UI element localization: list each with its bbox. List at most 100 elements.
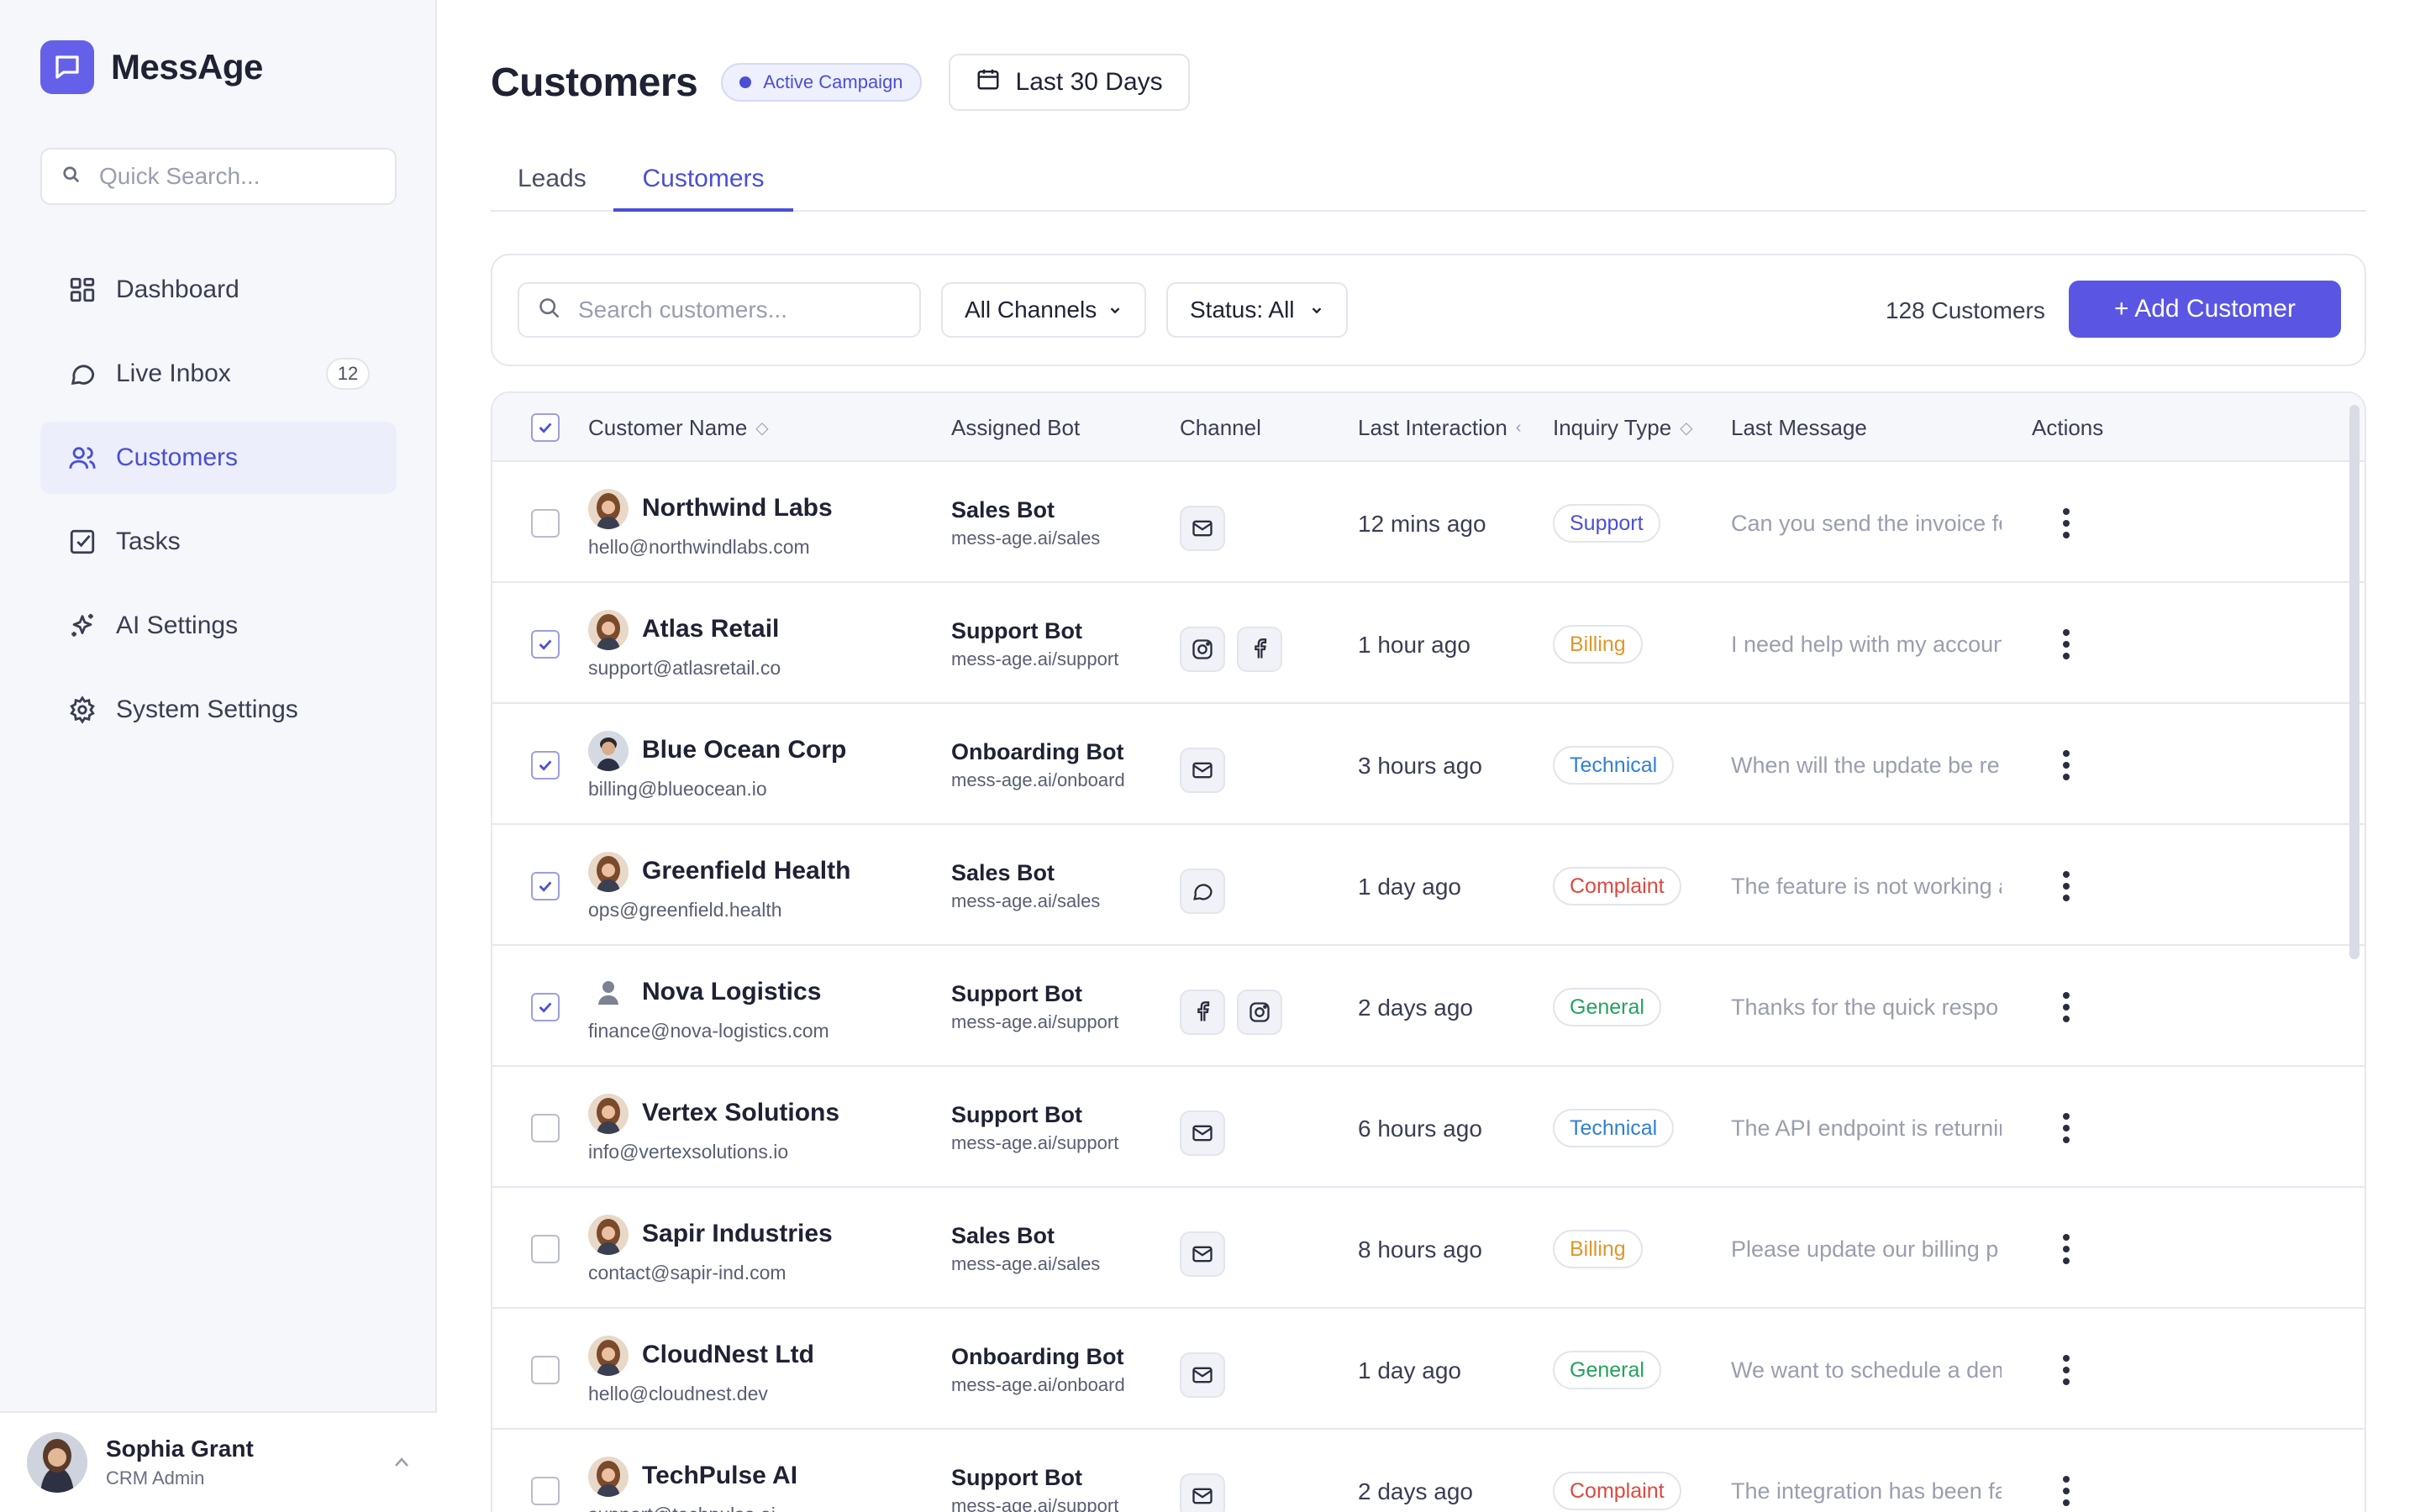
customer-name[interactable]: CloudNest Ltd: [642, 1341, 814, 1369]
sidebar-item-system-settings[interactable]: System Settings: [40, 674, 397, 746]
add-customer-button[interactable]: + Add Customer: [2069, 281, 2341, 338]
quick-search[interactable]: [40, 148, 397, 205]
campaign-badge-label: Active Campaign: [763, 71, 903, 92]
inquiry-type-badge: Billing: [1553, 625, 1643, 664]
column-header-inquiry-type[interactable]: Inquiry Type ◇: [1553, 415, 1693, 441]
last-interaction: 2 days ago: [1358, 1478, 1473, 1504]
column-header-last-interaction[interactable]: Last Interaction ‹: [1358, 415, 1521, 441]
user-role: CRM Admin: [106, 1467, 205, 1488]
sidebar-item-live-inbox[interactable]: Live Inbox 12: [40, 338, 397, 410]
row-checkbox[interactable]: [531, 993, 560, 1021]
sort-icon: ◇: [1680, 419, 1693, 438]
sidebar-item-dashboard[interactable]: Dashboard: [40, 254, 397, 326]
sidebar-item-tasks[interactable]: Tasks: [40, 506, 397, 578]
last-message-preview: I need help with my account: [1731, 632, 2002, 657]
row-checkbox[interactable]: [531, 1477, 560, 1505]
customer-name[interactable]: Vertex Solutions: [642, 1099, 839, 1127]
customer-name[interactable]: Nova Logistics: [642, 978, 821, 1006]
select-all-checkbox[interactable]: [531, 413, 560, 442]
avatar: [588, 489, 629, 529]
customer-email: hello@cloudnest.dev: [588, 1383, 768, 1404]
column-header-customer-name[interactable]: Customer Name ◇: [588, 415, 769, 441]
row-checkbox[interactable]: [531, 1356, 560, 1384]
user-profile-card[interactable]: Sophia Grant CRM Admin: [0, 1411, 437, 1512]
table-row[interactable]: Sapir Industries contact@sapir-ind.com Sal…: [492, 1188, 2365, 1309]
row-checkbox[interactable]: [531, 1235, 560, 1263]
customer-search[interactable]: [518, 282, 921, 338]
quick-search-input[interactable]: [99, 163, 368, 190]
column-header-actions: Actions: [2032, 415, 2103, 441]
customer-name[interactable]: TechPulse AI: [642, 1462, 797, 1490]
mail-icon: [1180, 1110, 1225, 1156]
table-row[interactable]: Blue Ocean Corp billing@blueocean.io Onboa…: [492, 704, 2365, 825]
row-checkbox[interactable]: [531, 872, 560, 900]
customer-name[interactable]: Sapir Industries: [642, 1220, 833, 1248]
table-row[interactable]: Atlas Retail support@atlasretail.co Suppor…: [492, 583, 2365, 704]
more-actions-icon[interactable]: [2054, 1349, 2079, 1391]
mail-icon: [1180, 506, 1225, 551]
row-checkbox[interactable]: [531, 630, 560, 659]
assigned-bot-name: Support Bot: [951, 981, 1082, 1006]
more-actions-icon[interactable]: [2054, 986, 2079, 1028]
table-row[interactable]: Greenfield Health ops@greenfield.health Sa…: [492, 825, 2365, 946]
assigned-bot-name: Support Bot: [951, 618, 1082, 643]
customer-name[interactable]: Northwind Labs: [642, 494, 833, 522]
more-actions-icon[interactable]: [2054, 1107, 2079, 1149]
more-actions-icon[interactable]: [2054, 744, 2079, 786]
last-message-preview: The API endpoint is returning: [1731, 1116, 2002, 1141]
channel-filter-dropdown[interactable]: All Channels: [941, 282, 1146, 338]
table-row[interactable]: Vertex Solutions info@vertexsolutions.io S…: [492, 1067, 2365, 1188]
more-actions-icon[interactable]: [2054, 1228, 2079, 1270]
customer-search-input[interactable]: [578, 297, 914, 323]
row-checkbox[interactable]: [531, 1114, 560, 1142]
status-filter-label: Status: All: [1190, 297, 1295, 323]
more-actions-icon[interactable]: [2054, 502, 2079, 544]
users-icon: [67, 443, 97, 473]
brand[interactable]: MessAge: [40, 40, 263, 94]
row-checkbox[interactable]: [531, 751, 560, 780]
avatar: [588, 1457, 629, 1497]
assigned-bot-name: Onboarding Bot: [951, 739, 1124, 764]
more-actions-icon[interactable]: [2054, 865, 2079, 907]
table-row[interactable]: CloudNest Ltd hello@cloudnest.dev Onboardi…: [492, 1309, 2365, 1430]
page-header: Customers Active Campaign Last 30 Days: [491, 54, 1190, 111]
status-badge: Active Campaign: [721, 63, 922, 102]
inquiry-type-badge: Complaint: [1553, 867, 1681, 906]
sidebar-item-customers[interactable]: Customers: [40, 422, 397, 494]
avatar: [588, 852, 629, 892]
sidebar-item-label: Customers: [116, 444, 239, 471]
avatar: [588, 1094, 629, 1134]
table-row[interactable]: Northwind Labs hello@northwindlabs.com Sal…: [492, 462, 2365, 583]
last-message-preview: When will the update be re: [1731, 753, 2000, 778]
customer-email: contact@sapir-ind.com: [588, 1262, 786, 1284]
last-message-preview: We want to schedule a demo: [1731, 1357, 2002, 1383]
add-customer-label: + Add Customer: [2114, 295, 2296, 323]
chevron-up-icon[interactable]: [393, 1452, 410, 1473]
assigned-bot-url: mess-age.ai/support: [951, 1132, 1119, 1153]
sidebar-item-ai-settings[interactable]: AI Settings: [40, 590, 397, 662]
customer-email: billing@blueocean.io: [588, 778, 767, 800]
search-icon: [62, 165, 81, 188]
assigned-bot-url: mess-age.ai/support: [951, 1011, 1119, 1032]
inquiry-type-badge: General: [1553, 1351, 1661, 1389]
date-range-button[interactable]: Last 30 Days: [948, 54, 1190, 111]
mail-icon: [1180, 1473, 1225, 1512]
table-row[interactable]: TechPulse AI support@techpulse.ai Support …: [492, 1430, 2365, 1512]
assigned-bot-url: mess-age.ai/sales: [951, 528, 1101, 549]
more-actions-icon[interactable]: [2054, 623, 2079, 665]
tab-leads[interactable]: Leads: [518, 156, 587, 212]
more-actions-icon[interactable]: [2054, 1470, 2079, 1512]
table-scrollbar[interactable]: [2349, 405, 2360, 959]
tab-customers[interactable]: Customers: [613, 156, 793, 212]
row-checkbox[interactable]: [531, 509, 560, 538]
customer-email: support@atlasretail.co: [588, 657, 781, 679]
sort-icon: ‹: [1515, 418, 1522, 437]
status-filter-dropdown[interactable]: Status: All: [1166, 282, 1348, 338]
sidebar-item-label: Dashboard: [116, 276, 239, 303]
customer-name[interactable]: Atlas Retail: [642, 615, 779, 643]
avatar: [588, 610, 629, 650]
table-row[interactable]: Nova Logistics finance@nova-logistics.com…: [492, 946, 2365, 1067]
customer-name[interactable]: Greenfield Health: [642, 857, 850, 885]
sidebar-nav: Dashboard Live Inbox 12 Customers Tasks: [40, 254, 397, 758]
customer-name[interactable]: Blue Ocean Corp: [642, 736, 846, 764]
